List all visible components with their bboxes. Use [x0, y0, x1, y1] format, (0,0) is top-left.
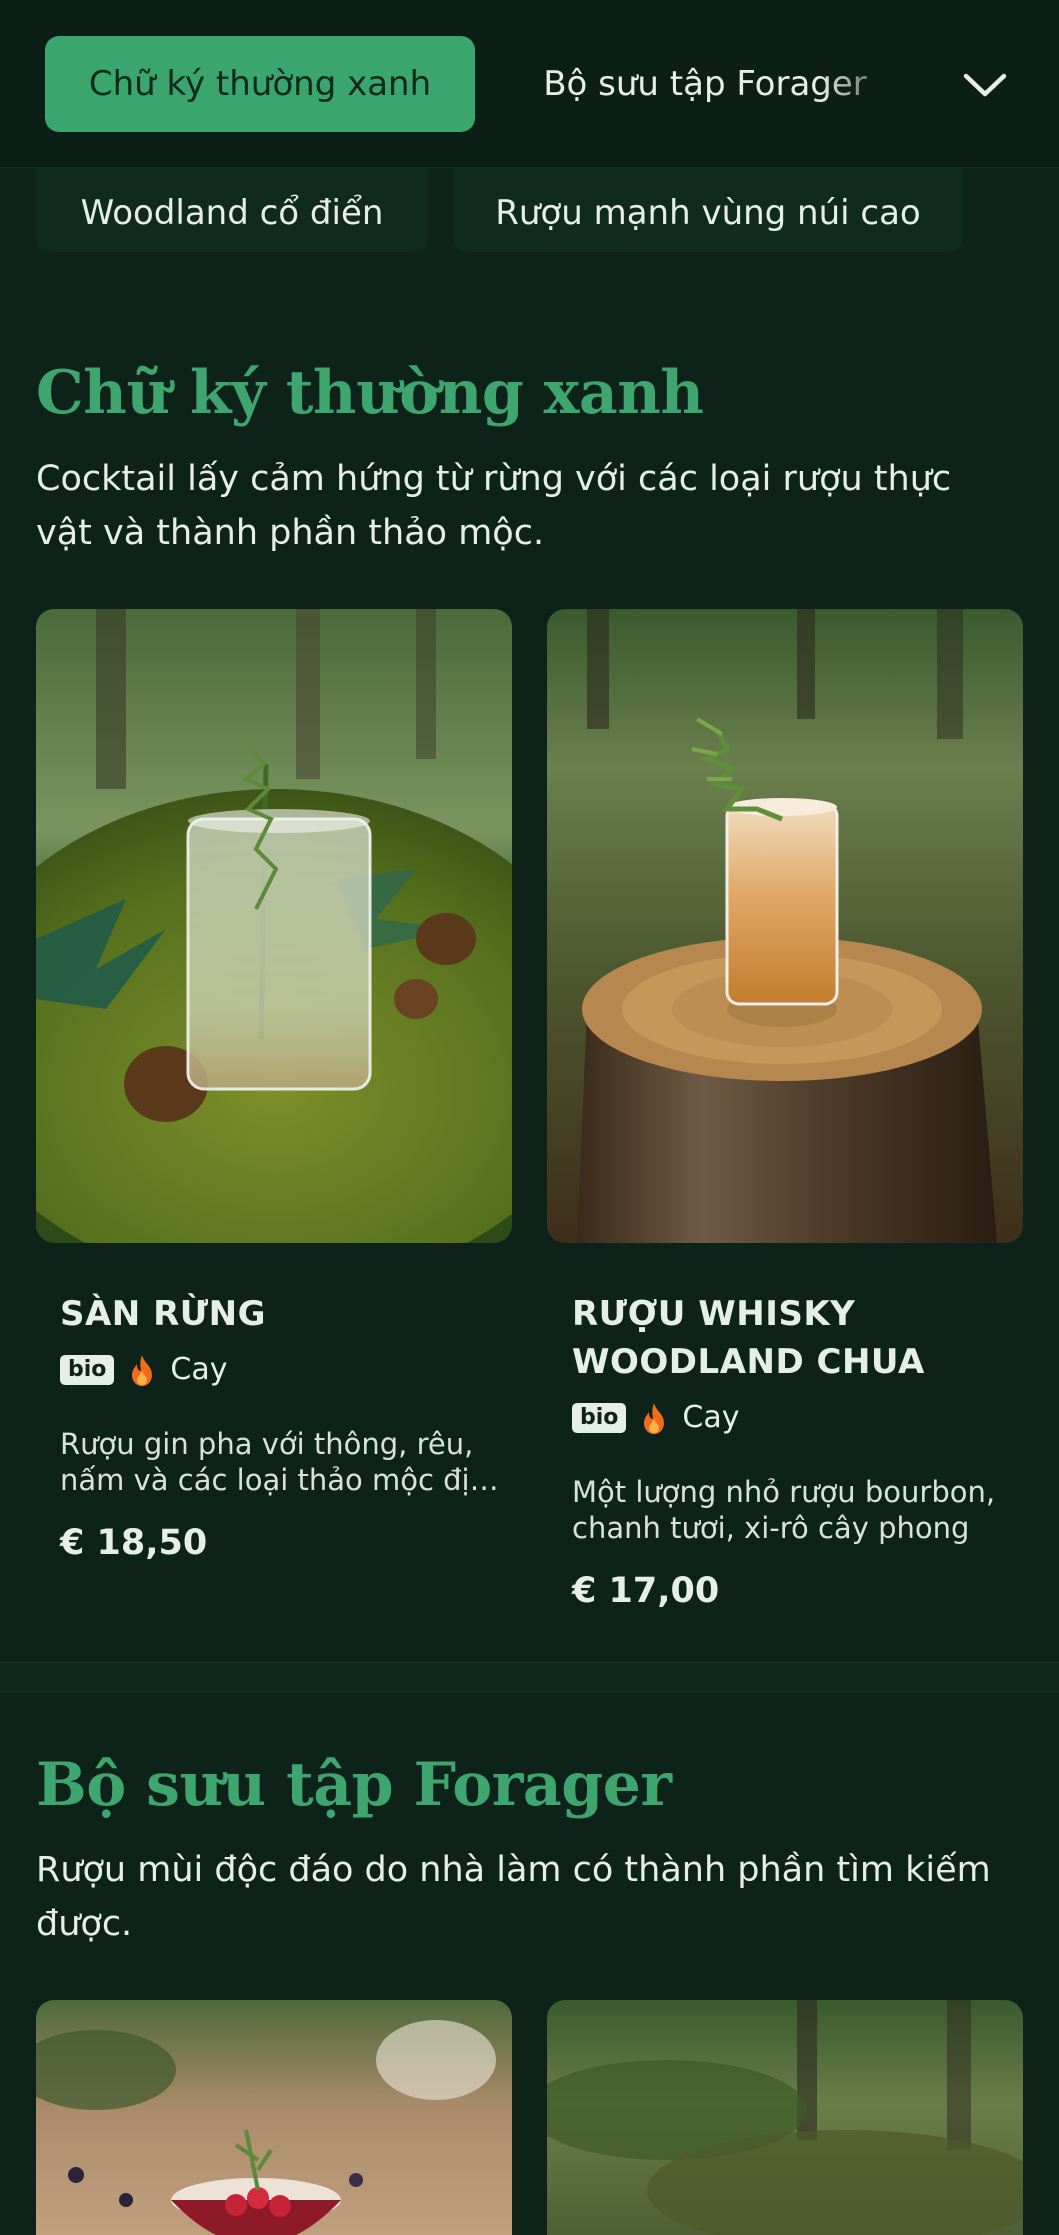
section-title: Chữ ký thường xanh — [36, 358, 704, 428]
chip-woodland-classics[interactable]: Woodland cổ điển — [36, 155, 428, 252]
drink-name: SÀN RỪNG — [60, 1294, 267, 1334]
drink-photo-forest-floor[interactable] — [36, 609, 512, 1243]
drink-description: Rượu gin pha với thông, rêu, nấm và các … — [60, 1426, 500, 1498]
drink-photo-forest-liqueur[interactable] — [547, 2000, 1023, 2235]
drink-tags: bio Cay — [572, 1400, 740, 1435]
spicy-label: Cay — [170, 1352, 228, 1387]
drink-photo-woodland-whisky-sour[interactable] — [547, 609, 1023, 1243]
cocktail-image — [547, 609, 1023, 1243]
section-title: Bộ sưu tập Forager — [36, 1750, 672, 1820]
cocktail-image — [547, 2000, 1023, 2235]
chip-alpine-spirits[interactable]: Rượu mạnh vùng núi cao — [453, 155, 963, 252]
drink-photo-berry-cocktail[interactable] — [36, 2000, 512, 2235]
drink-description-text: Một lượng nhỏ rượu bourbon, chanh tươi, … — [572, 1475, 996, 1545]
bio-badge: bio — [572, 1402, 627, 1433]
section-description: Rượu mùi độc đáo do nhà làm có thành phầ… — [36, 1850, 991, 1944]
category-nav: Chữ ký thường xanh Bộ sưu tập Forager — [0, 0, 1059, 168]
drink-tags: bio Cay — [60, 1352, 228, 1387]
section-divider — [0, 1662, 1059, 1692]
chip-evergreen-signatures[interactable]: Chữ ký thường xanh — [45, 36, 475, 132]
flame-icon — [132, 1354, 153, 1386]
drink-description: Một lượng nhỏ rượu bourbon, chanh tươi, … — [572, 1474, 1012, 1546]
bio-badge: bio — [60, 1354, 115, 1385]
cocktail-image — [36, 2000, 512, 2235]
drink-price: € 17,00 — [572, 1571, 720, 1611]
drink-description-text: Rượu gin pha với thông, rêu, nấm và các … — [60, 1427, 488, 1497]
chevron-down-icon — [963, 73, 1007, 97]
drink-name: RƯỢU WHISKY WOODLAND CHUA — [572, 1294, 925, 1382]
spicy-label: Cay — [682, 1400, 740, 1435]
expand-categories-button[interactable] — [950, 40, 1020, 130]
flame-icon — [644, 1402, 665, 1434]
cocktail-image — [36, 609, 512, 1243]
chip-forager-collection[interactable]: Bộ sưu tập Forager — [500, 36, 910, 132]
section-description: Cocktail lấy cảm hứng từ rừng với các lo… — [36, 459, 952, 553]
drink-price: € 18,50 — [60, 1523, 208, 1563]
